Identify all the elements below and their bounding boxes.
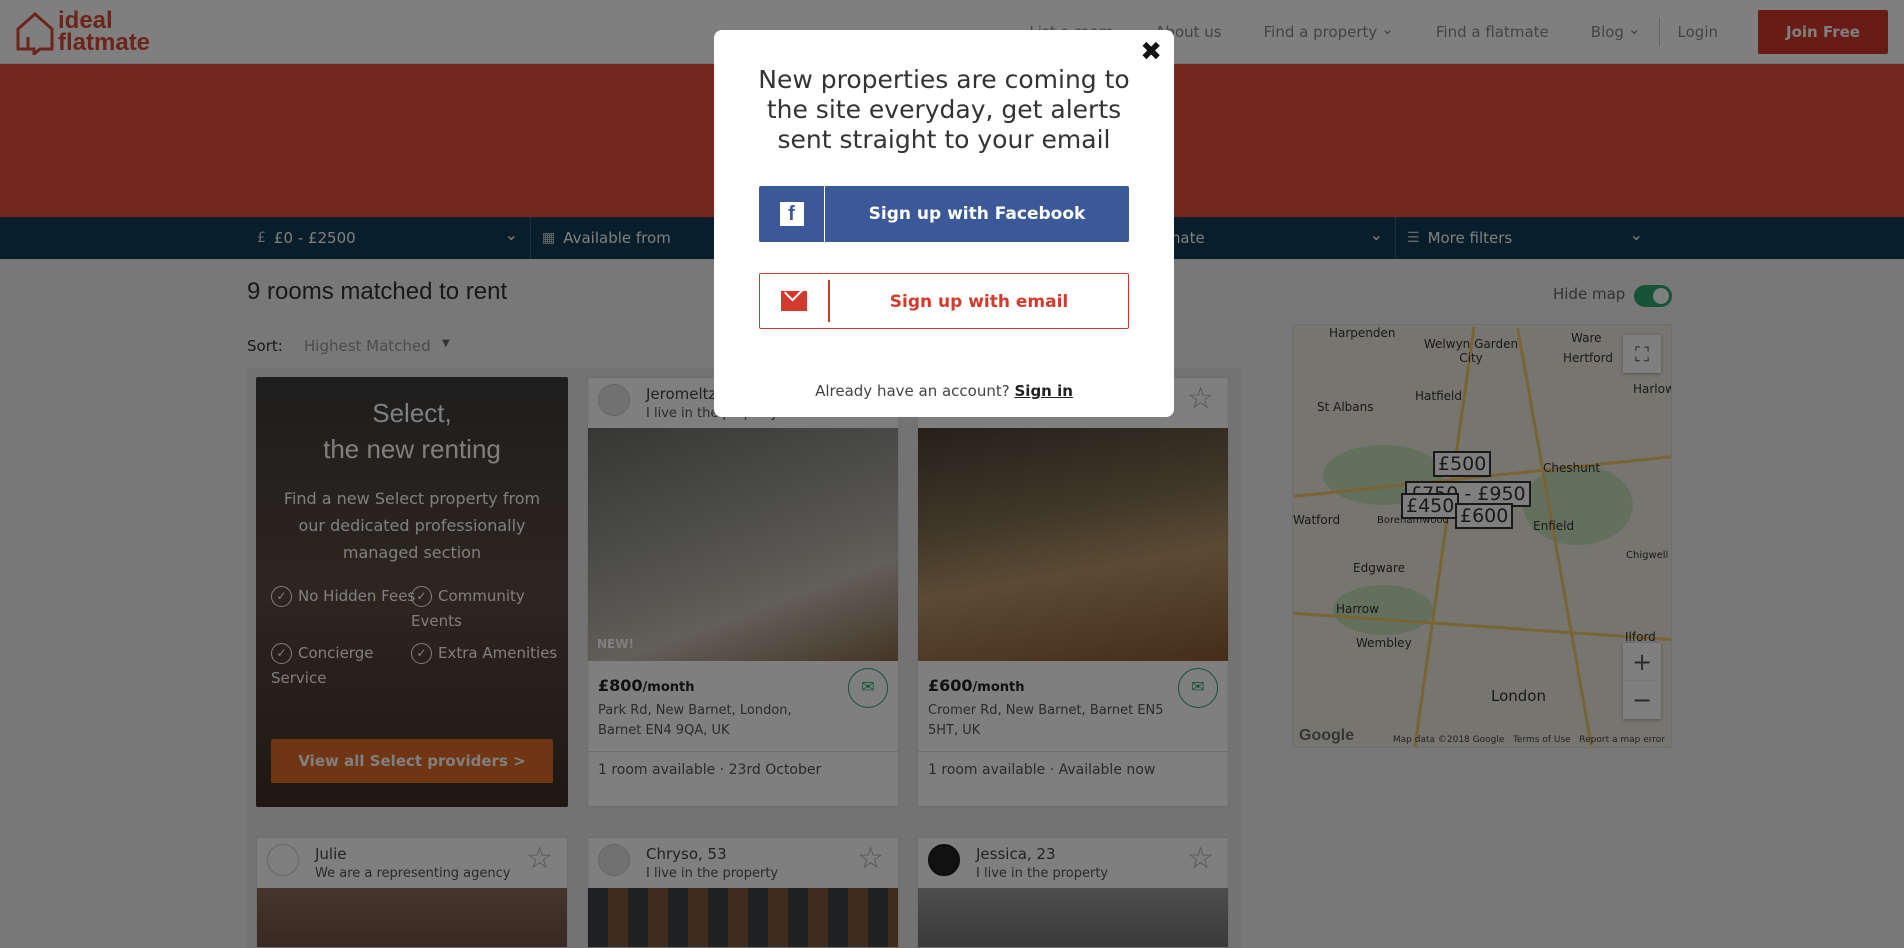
close-icon[interactable]: ✖ <box>1140 38 1162 66</box>
facebook-signup-label: Sign up with Facebook <box>868 204 1086 224</box>
facebook-icon: f <box>759 186 825 242</box>
email-signup-label: Sign up with email <box>889 292 1069 312</box>
signin-prompt: Already have an account? Sign in <box>714 382 1174 400</box>
facebook-signup-button[interactable]: f Sign up with Facebook <box>759 186 1129 242</box>
envelope-icon <box>760 280 830 322</box>
signin-link[interactable]: Sign in <box>1015 382 1073 400</box>
email-signup-button[interactable]: Sign up with email <box>759 273 1129 329</box>
signup-modal: ✖ New properties are coming to the site … <box>714 30 1174 417</box>
signin-prompt-text: Already have an account? <box>815 382 1010 400</box>
modal-title: New properties are coming to the site ev… <box>758 65 1130 154</box>
